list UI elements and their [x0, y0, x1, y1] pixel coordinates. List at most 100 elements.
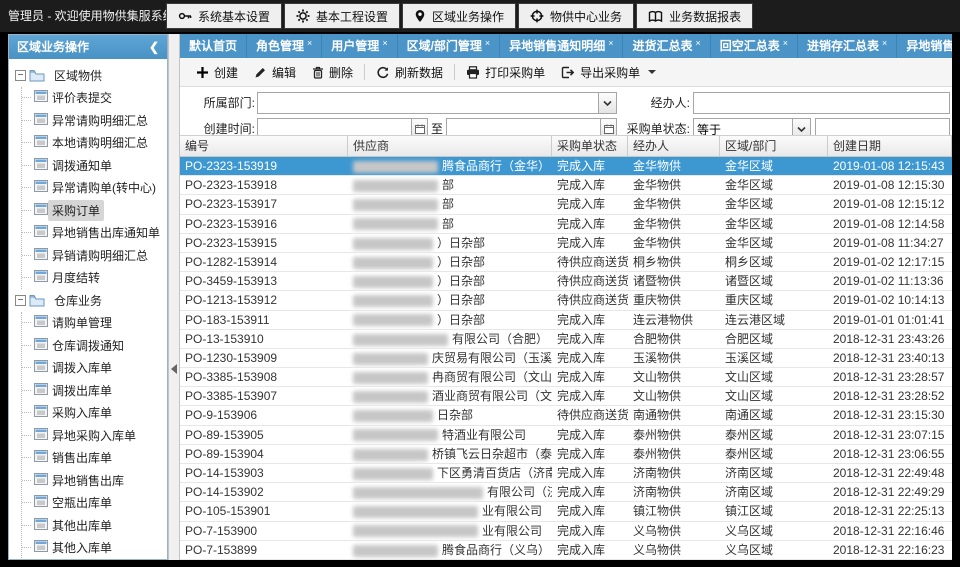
sidebar-item-异常请购单(转中心)[interactable]: 异常请购单(转中心)	[22, 177, 167, 200]
cell-supplier: 冉商贸有限公司（文山）	[348, 368, 552, 386]
table-row[interactable]: PO-2323-153917部完成入库金华物供金华区域2019-01-08 12…	[180, 195, 952, 214]
table-row[interactable]: PO-2323-153916部完成入库金华物供金华区域2019-01-08 12…	[180, 215, 952, 234]
cell-date: 2018-12-31 23:40:13	[828, 349, 952, 367]
sidebar-item-空瓶出库单[interactable]: 空瓶出库单	[22, 492, 167, 515]
dept-combobox[interactable]	[257, 92, 617, 114]
column-header-region[interactable]: 区域/部门	[720, 136, 828, 156]
table-row[interactable]: PO-3385-153908冉商贸有限公司（文山）完成入库文山物供文山区域201…	[180, 368, 952, 387]
menu-button-region-operations[interactable]: 区域业务操作	[402, 3, 516, 29]
table-row[interactable]: PO-3385-153907酒业商贸有限公司（文山）完成入库文山物供文山区域20…	[180, 387, 952, 406]
create-button[interactable]: 创建	[188, 64, 246, 81]
tab-异地销售通知明细[interactable]: 异地销售通知明细×	[500, 34, 623, 58]
tree-folder[interactable]: −仓库业务	[13, 289, 167, 312]
sidebar-item-采购订单[interactable]: 采购订单	[22, 199, 167, 222]
column-header-agent[interactable]: 经办人	[628, 136, 720, 156]
table-row[interactable]: PO-1230-153909庆贸易有限公司（玉溪）完成入库玉溪物供玉溪区域201…	[180, 349, 952, 368]
tab-close-icon[interactable]: ×	[307, 38, 312, 48]
table-row[interactable]: PO-89-153905特酒业有限公司完成入库泰州物供泰州区域2018-12-3…	[180, 426, 952, 445]
tab-区域/部门管理[interactable]: 区域/部门管理×	[398, 34, 501, 58]
menu-button-data-reports[interactable]: 业务数据报表	[636, 3, 753, 29]
document-icon	[34, 360, 48, 375]
table-row[interactable]: PO-89-153904桥镇飞云日杂超市（泰州）完成入库泰州物供泰州区域2018…	[180, 445, 952, 464]
tab-close-icon[interactable]: ×	[695, 38, 700, 48]
splitter-collapse-icon[interactable]	[171, 364, 177, 374]
export-po-button[interactable]: 导出采购单	[553, 64, 664, 81]
sidebar-item-异地销售出库[interactable]: 异地销售出库	[22, 469, 167, 492]
table-row[interactable]: PO-3459-153913）日杂部待供应商送货诸暨物供诸暨区域2019-01-…	[180, 272, 952, 291]
panel-splitter[interactable]	[168, 34, 180, 560]
table-row[interactable]: PO-2323-153915）日杂部完成入库金华物供金华区域2019-01-08…	[180, 234, 952, 253]
target-icon	[530, 9, 544, 23]
sidebar-item-异销请购明细汇总[interactable]: 异销请购明细汇总	[22, 244, 167, 267]
sidebar-item-调拨入库单[interactable]: 调拨入库单	[22, 357, 167, 380]
table-row[interactable]: PO-1213-153912）日杂部待供应商送货重庆物供重庆区域2019-01-…	[180, 291, 952, 310]
menu-button-system-settings[interactable]: 系统基本设置	[166, 3, 282, 29]
tab-异地销售调整明细[interactable]: 异地销售调整明细×	[897, 34, 952, 58]
tree-connector	[22, 345, 31, 346]
sidebar-item-异地销售出库通知单[interactable]: 异地销售出库通知单	[22, 222, 167, 245]
sidebar-item-其他出库单[interactable]: 其他出库单	[22, 514, 167, 537]
sidebar-item-采购入库单[interactable]: 采购入库单	[22, 402, 167, 425]
tab-close-icon[interactable]: ×	[485, 38, 490, 48]
tree-connector	[22, 187, 31, 188]
tab-进销存汇总表[interactable]: 进销存汇总表×	[798, 34, 897, 58]
tab-回空汇总表[interactable]: 回空汇总表×	[711, 34, 798, 58]
cell-region: 镇江区域	[720, 502, 828, 520]
sidebar-item-异常请购明细汇总[interactable]: 异常请购明细汇总	[22, 109, 167, 132]
tree-folder[interactable]: −区域物供	[13, 64, 167, 87]
column-header-id[interactable]: 编号	[180, 136, 348, 156]
column-header-date[interactable]: 创建日期	[828, 136, 952, 156]
tree-connector	[22, 97, 31, 98]
tab-进货汇总表[interactable]: 进货汇总表×	[623, 34, 710, 58]
tree-collapse-icon[interactable]: −	[15, 295, 26, 306]
tree-collapse-icon[interactable]: −	[15, 70, 26, 81]
column-header-supplier[interactable]: 供应商	[348, 136, 552, 156]
sidebar-item-请购单管理[interactable]: 请购单管理	[22, 312, 167, 335]
tree-item-label: 采购入库单	[48, 402, 116, 423]
menu-button-supply-center[interactable]: 物供中心业务	[518, 3, 634, 29]
table-row[interactable]: PO-2323-153919腾食品商行（金华）完成入库金华物供金华区域2019-…	[180, 157, 952, 176]
table-row[interactable]: PO-2323-153918部完成入库金华物供金华区域2019-01-08 12…	[180, 176, 952, 195]
sidebar-item-评价表提交[interactable]: 评价表提交	[22, 87, 167, 110]
table-row[interactable]: PO-7-153899腾食品商行（义乌）完成入库义乌物供义乌区域2018-12-…	[180, 541, 952, 560]
menu-button-label: 物供中心业务	[550, 8, 622, 25]
edit-button[interactable]: 编辑	[246, 64, 304, 81]
menu-button-engineering-settings[interactable]: 基本工程设置	[284, 3, 400, 29]
dept-input[interactable]	[258, 93, 598, 113]
tab-默认首页[interactable]: 默认首页	[180, 34, 247, 58]
tab-close-icon[interactable]: ×	[608, 38, 613, 48]
table-row[interactable]: PO-9-153906日杂部待供应商送货南通物供南通区域2018-12-31 2…	[180, 406, 952, 425]
tab-close-icon[interactable]: ×	[382, 38, 387, 48]
delete-button[interactable]: 删除	[304, 64, 361, 81]
sidebar-item-调拨出库单[interactable]: 调拨出库单	[22, 379, 167, 402]
table-row[interactable]: PO-14-153903下区勇清百货店（济南）完成入库济南物供济南区域2018-…	[180, 464, 952, 483]
tab-角色管理[interactable]: 角色管理×	[247, 34, 322, 58]
table-row[interactable]: PO-105-153901业有限公司完成入库镇江物供镇江区域2018-12-31…	[180, 502, 952, 521]
main-panel: 默认首页角色管理×用户管理×区域/部门管理×异地销售通知明细×进货汇总表×回空汇…	[180, 34, 952, 560]
tab-close-icon[interactable]: ×	[882, 38, 887, 48]
sidebar-item-异地采购入库单[interactable]: 异地采购入库单	[22, 424, 167, 447]
table-row[interactable]: PO-7-153900业有限公司完成入库义乌物供义乌区域2018-12-31 2…	[180, 522, 952, 541]
table-row[interactable]: PO-14-153902有限公司（济南）完成入库济南物供济南区域2018-12-…	[180, 483, 952, 502]
tab-close-icon[interactable]: ×	[783, 38, 788, 48]
sidebar-item-调拨通知单[interactable]: 调拨通知单	[22, 154, 167, 177]
table-row[interactable]: PO-1282-153914）日杂部待供应商送货桐乡物供桐乡区域2019-01-…	[180, 253, 952, 272]
agent-input[interactable]	[694, 93, 949, 113]
toolbar-label: 导出采购单	[580, 64, 640, 81]
column-header-status[interactable]: 采购单状态	[552, 136, 628, 156]
print-po-button[interactable]: 打印采购单	[458, 64, 553, 81]
agent-field[interactable]	[693, 92, 950, 114]
sidebar-item-仓库调拨通知[interactable]: 仓库调拨通知	[22, 334, 167, 357]
table-row[interactable]: PO-13-153910有限公司（合肥）完成入库合肥物供合肥区域2018-12-…	[180, 330, 952, 349]
sidebar-item-异销出库调整[interactable]: 异销出库调整	[22, 559, 167, 560]
refresh-button[interactable]: 刷新数据	[368, 64, 451, 81]
cell-region: 合肥区域	[720, 330, 828, 348]
sidebar-item-其他入库单[interactable]: 其他入库单	[22, 537, 167, 560]
sidebar-item-本地请购明细汇总[interactable]: 本地请购明细汇总	[22, 132, 167, 155]
sidebar-item-月度结转[interactable]: 月度结转	[22, 267, 167, 290]
sidebar-item-销售出库单[interactable]: 销售出库单	[22, 447, 167, 470]
chevron-down-icon[interactable]	[598, 93, 616, 113]
table-row[interactable]: PO-183-153911）日杂部完成入库连云港物供连云港区域2019-01-0…	[180, 311, 952, 330]
collapse-panel-icon[interactable]: ❮	[149, 35, 159, 59]
tab-用户管理[interactable]: 用户管理×	[322, 34, 397, 58]
